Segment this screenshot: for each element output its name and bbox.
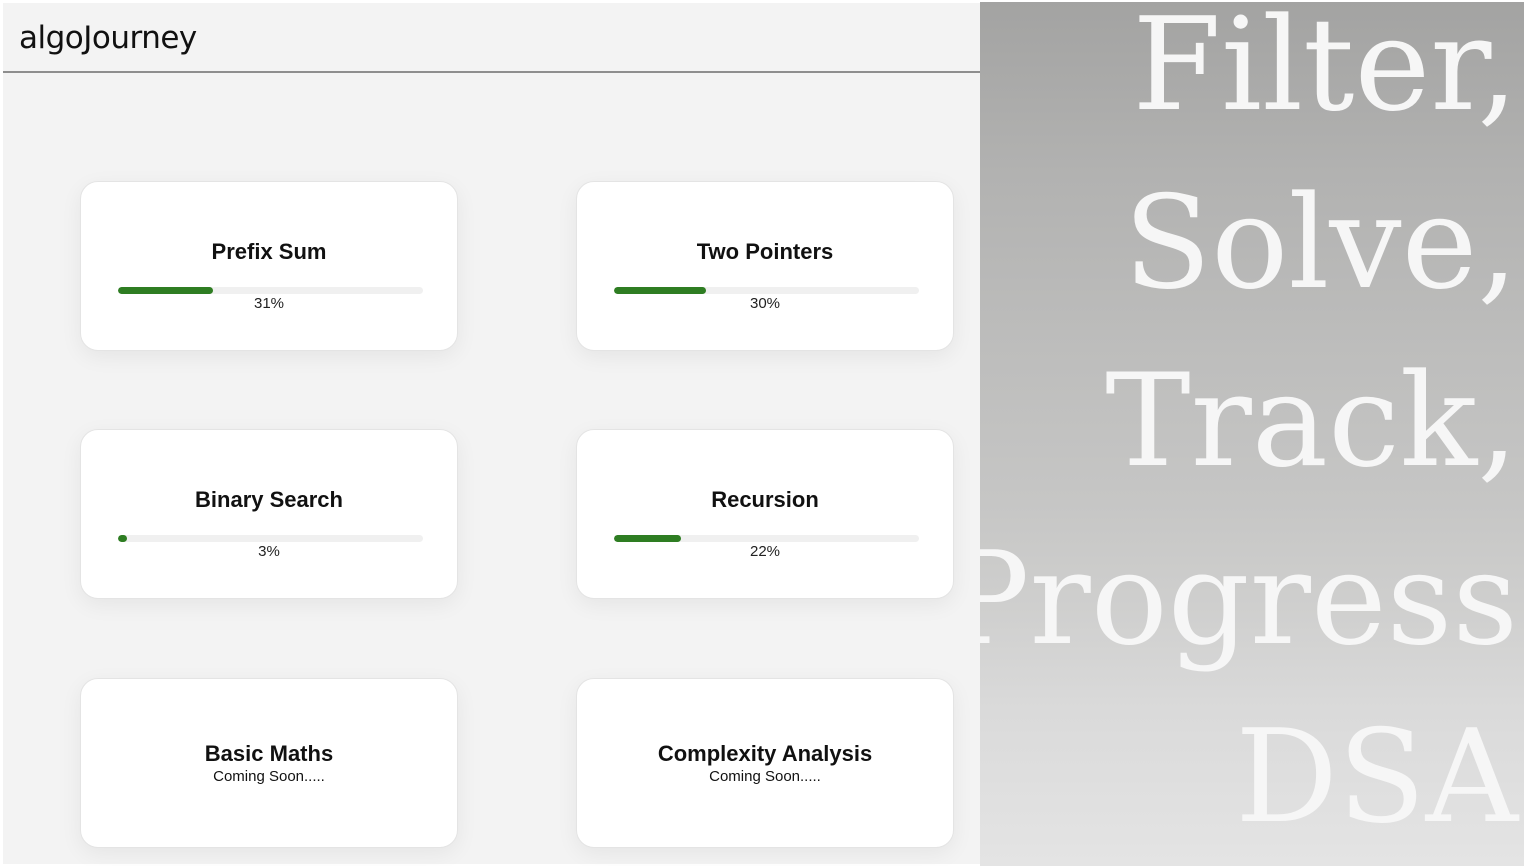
coming-soon-label: Coming Soon..... (709, 768, 821, 785)
brand-logo[interactable]: algoJourney (19, 19, 197, 57)
topic-title: Two Pointers (696, 239, 834, 264)
topic-card-basic-maths[interactable]: Basic Maths Coming Soon..... (80, 678, 458, 848)
hero-line-dsa: DSA (1235, 703, 1518, 852)
progress-track (118, 287, 423, 294)
progress-percent: 30% (749, 295, 781, 312)
progress-fill (118, 287, 213, 294)
progress-fill (118, 535, 128, 542)
progress-percent: 31% (253, 295, 285, 312)
topic-card-prefix-sum[interactable]: Prefix Sum 31% (80, 181, 458, 351)
main-panel: algoJourney Prefix Sum 31% Two Pointers … (3, 3, 980, 864)
page: algoJourney Prefix Sum 31% Two Pointers … (0, 0, 1524, 866)
progress-percent: 3% (258, 543, 280, 560)
topic-card-binary-search[interactable]: Binary Search 3% (80, 429, 458, 599)
topic-title: Basic Maths (204, 741, 334, 766)
hero-line-track: Track, (1105, 347, 1518, 496)
hero-panel: Filter, Solve, Track, Progress DSA (980, 2, 1524, 866)
top-bar: algoJourney (3, 3, 980, 73)
hero-line-filter: Filter, (1132, 2, 1518, 140)
progress-percent: 22% (749, 543, 781, 560)
progress-fill (614, 287, 706, 294)
topic-title: Complexity Analysis (657, 741, 873, 766)
coming-soon-label: Coming Soon..... (213, 768, 325, 785)
progress-fill (614, 535, 682, 542)
topic-title: Binary Search (195, 487, 343, 512)
hero-line-solve: Solve, (1123, 169, 1518, 318)
progress-track (614, 287, 919, 294)
progress-track (118, 535, 423, 542)
topic-card-two-pointers[interactable]: Two Pointers 30% (576, 181, 954, 351)
topic-title: Prefix Sum (211, 239, 327, 264)
topic-card-complexity-analysis[interactable]: Complexity Analysis Coming Soon..... (576, 678, 954, 848)
topic-title: Recursion (711, 487, 819, 512)
topic-card-recursion[interactable]: Recursion 22% (576, 429, 954, 599)
hero-line-progress: Progress (980, 525, 1518, 674)
progress-track (614, 535, 919, 542)
